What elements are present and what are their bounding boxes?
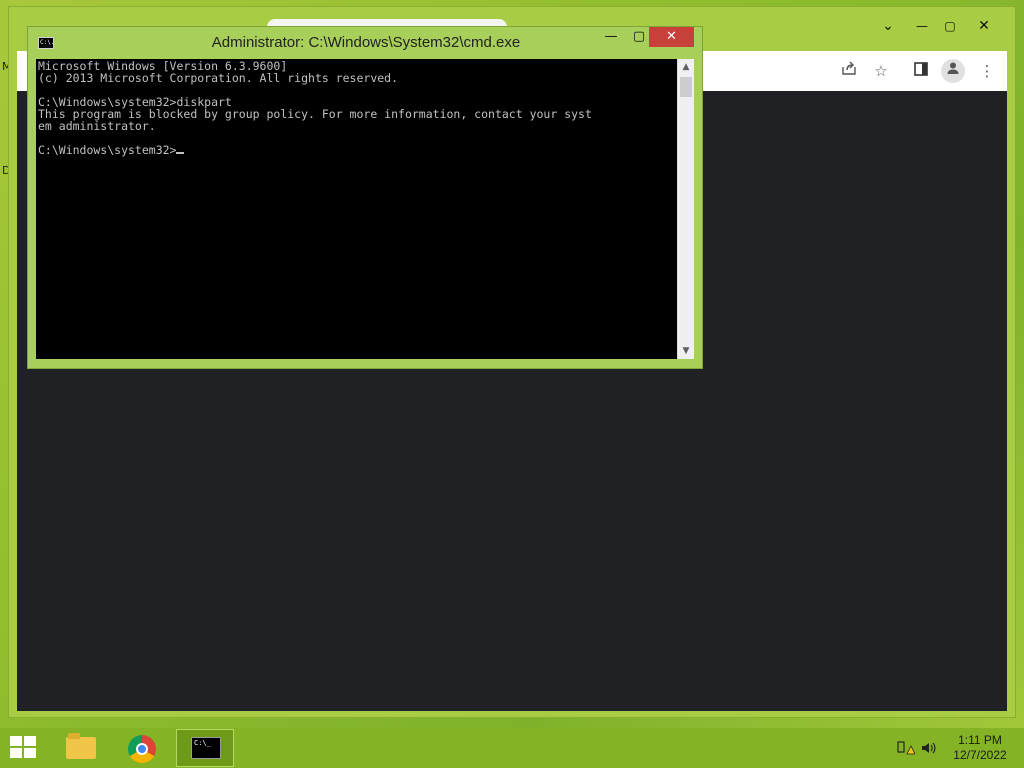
close-button[interactable]: ✕ (649, 27, 694, 47)
console-line: (c) 2013 Microsoft Corporation. All righ… (38, 71, 399, 85)
sidebar-icon[interactable] (909, 59, 933, 83)
taskbar: C:\_ 1:11 PM 12/7/2022 (0, 728, 1024, 768)
console-prompt: C:\Windows\system32> (38, 143, 177, 157)
start-button[interactable] (10, 736, 38, 760)
taskbar-file-explorer[interactable] (52, 729, 110, 767)
volume-icon[interactable] (920, 740, 938, 756)
windows-logo-icon (10, 736, 22, 746)
vertical-scrollbar[interactable]: ▲ ▼ (677, 59, 694, 359)
star-icon[interactable]: ☆ (869, 59, 893, 83)
folder-icon (66, 733, 96, 759)
cmd-icon: C:\_ (191, 737, 221, 759)
cmd-window: C:\. Administrator: C:\Windows\System32\… (27, 26, 703, 369)
tab-search-chevron-icon[interactable]: ⌄ (871, 13, 905, 39)
scroll-up-arrow-icon[interactable]: ▲ (678, 59, 694, 75)
browser-close-button[interactable]: ✕ (967, 13, 1001, 39)
more-menu-icon[interactable]: ⋮ (975, 59, 999, 83)
profile-icon[interactable] (941, 59, 965, 83)
clock-date: 12/7/2022 (953, 748, 1007, 762)
console-output[interactable]: Microsoft Windows [Version 6.3.9600] (c)… (36, 59, 677, 359)
share-icon[interactable] (837, 59, 861, 83)
console-line: em administrator. (38, 119, 156, 133)
network-warning-icon[interactable] (897, 740, 916, 756)
scrollbar-thumb[interactable] (680, 77, 692, 97)
minimize-button[interactable]: — (598, 27, 624, 47)
text-cursor (176, 152, 185, 154)
taskbar-chrome[interactable] (114, 729, 172, 767)
chrome-icon (128, 735, 156, 763)
browser-maximize-button[interactable]: ▢ (933, 13, 967, 39)
clock-time: 1:11 PM (958, 733, 1002, 747)
cmd-titlebar[interactable]: C:\. Administrator: C:\Windows\System32\… (28, 27, 702, 59)
system-clock[interactable]: 1:11 PM 12/7/2022 (948, 733, 1012, 763)
taskbar-command-prompt[interactable]: C:\_ (176, 729, 234, 767)
scroll-down-arrow-icon[interactable]: ▼ (678, 343, 694, 359)
